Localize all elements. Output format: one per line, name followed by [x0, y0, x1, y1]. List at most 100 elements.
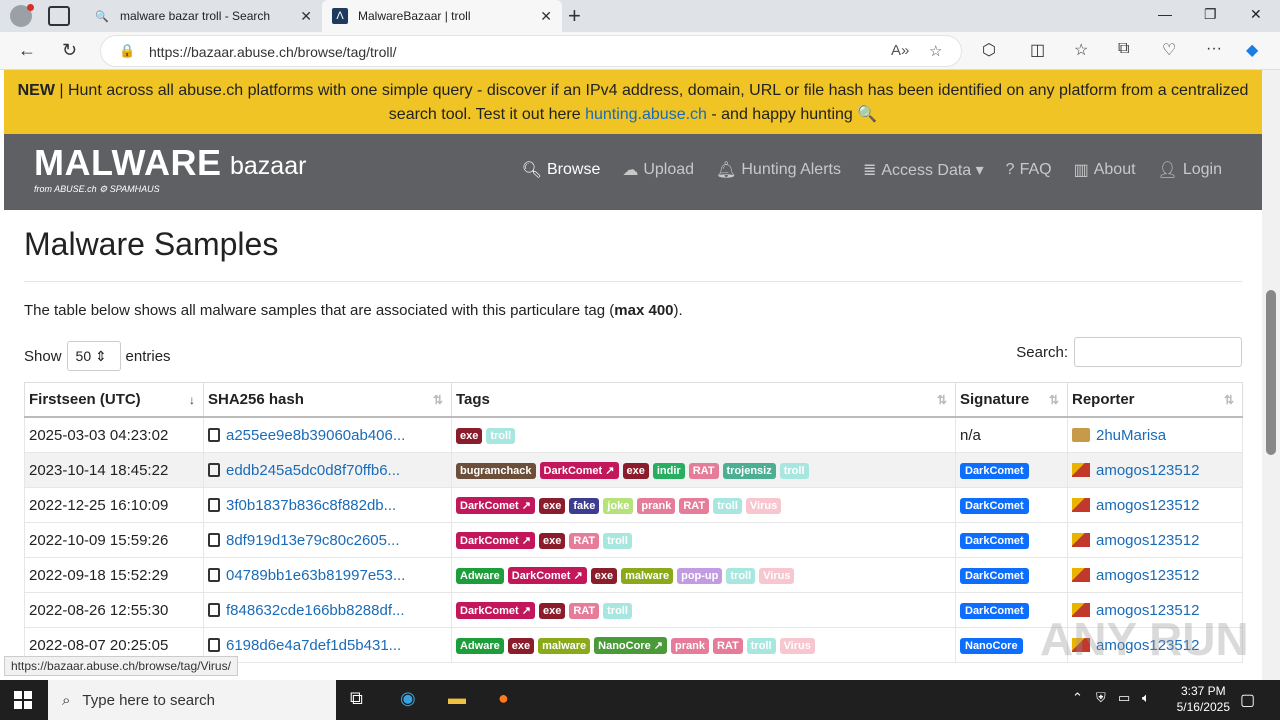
hash-link[interactable]: 6198d6e4a7def1d5b431...: [226, 637, 401, 654]
tag-badge[interactable]: NanoCore ↗: [594, 637, 667, 654]
copilot-icon[interactable]: ◆: [1246, 40, 1258, 60]
entries-select[interactable]: 50 ⇕: [66, 341, 121, 371]
signature-badge[interactable]: DarkComet: [960, 498, 1029, 514]
tag-badge[interactable]: pop-up: [677, 568, 723, 584]
nav-hunting-alerts[interactable]: 🔔︎ Hunting Alerts: [716, 160, 841, 180]
copy-icon[interactable]: [208, 637, 220, 652]
windows-start-icon[interactable]: [14, 691, 32, 709]
tag-badge[interactable]: exe: [590, 568, 618, 584]
task-view-icon[interactable]: ⧉: [350, 688, 363, 709]
tag-badge[interactable]: Adware: [456, 638, 504, 654]
tag-badge[interactable]: indir: [652, 463, 685, 479]
reporter-link[interactable]: amogos123512: [1096, 497, 1199, 514]
tag-badge[interactable]: DarkComet ↗: [539, 462, 619, 479]
tag-badge[interactable]: exe: [538, 603, 566, 619]
tag-badge[interactable]: troll: [486, 428, 516, 444]
tag-badge[interactable]: exe: [538, 533, 566, 549]
tag-badge[interactable]: fake: [569, 498, 600, 514]
favorite-star-icon[interactable]: ☆: [929, 42, 942, 60]
tag-badge[interactable]: troll: [779, 463, 809, 479]
copy-icon[interactable]: [208, 602, 220, 617]
nav-about[interactable]: ▥ About: [1074, 160, 1136, 180]
url-input[interactable]: 🔒 https://bazaar.abuse.ch/browse/tag/tro…: [100, 35, 962, 67]
firefox-icon[interactable]: ●: [498, 688, 509, 709]
column-header-firstseen[interactable]: Firstseen (UTC) ↓: [24, 382, 204, 418]
tag-badge[interactable]: exe: [507, 638, 535, 654]
tag-badge[interactable]: exe: [538, 498, 566, 514]
nav-browse[interactable]: 🔍︎ Browse: [522, 160, 601, 180]
close-window-icon[interactable]: ✕: [1250, 6, 1262, 23]
tag-badge[interactable]: Virus: [779, 638, 815, 654]
security-icon[interactable]: ⛨: [1096, 690, 1106, 706]
tag-badge[interactable]: RAT: [712, 638, 743, 654]
tag-badge[interactable]: malware: [538, 638, 591, 654]
hash-link[interactable]: 8df919d13e79c80c2605...: [226, 532, 400, 549]
copy-icon[interactable]: [208, 427, 220, 442]
favorites-icon[interactable]: ☆: [1074, 40, 1088, 60]
tray-chevron-icon[interactable]: ⌃: [1072, 690, 1083, 706]
tag-badge[interactable]: troll: [713, 498, 742, 514]
signature-badge[interactable]: DarkComet: [960, 568, 1029, 584]
notifications-icon[interactable]: ▢: [1240, 690, 1255, 710]
column-header-signature[interactable]: Signature ⇅: [955, 382, 1068, 418]
column-header-reporter[interactable]: Reporter ⇅: [1067, 382, 1243, 418]
tag-badge[interactable]: troll: [746, 638, 776, 654]
new-tab-icon[interactable]: +: [568, 3, 581, 29]
tag-badge[interactable]: RAT: [679, 498, 710, 514]
reporter-link[interactable]: amogos123512: [1096, 462, 1199, 479]
reporter-link[interactable]: amogos123512: [1096, 532, 1199, 549]
maximize-icon[interactable]: ❐: [1204, 6, 1217, 23]
search-input[interactable]: [1074, 337, 1242, 367]
close-tab-icon[interactable]: ✕: [540, 8, 552, 25]
tag-badge[interactable]: bugramchack: [456, 463, 536, 479]
reporter-link[interactable]: 2huMarisa: [1096, 427, 1166, 444]
column-header-sha256[interactable]: SHA256 hash ⇅: [203, 382, 452, 418]
copy-icon[interactable]: [208, 532, 220, 547]
tag-badge[interactable]: exe: [622, 463, 649, 479]
hash-link[interactable]: f848632cde166bb8288df...: [226, 602, 405, 619]
tag-badge[interactable]: troll: [603, 533, 632, 549]
tag-badge[interactable]: DarkComet ↗: [456, 532, 535, 549]
volume-icon[interactable]: 🔈︎: [1142, 690, 1150, 706]
nav-access-data[interactable]: ≣ Access Data ▾: [863, 160, 984, 180]
hash-link[interactable]: 04789bb1e63b81997e53...: [226, 567, 405, 584]
copy-icon[interactable]: [208, 462, 220, 477]
minimize-icon[interactable]: —: [1158, 6, 1172, 22]
scrollbar-thumb[interactable]: [1266, 290, 1276, 455]
nav-login[interactable]: 👤︎ Login: [1158, 160, 1222, 180]
tag-badge[interactable]: trojensiz: [722, 463, 776, 479]
copy-icon[interactable]: [208, 567, 220, 582]
signature-badge[interactable]: DarkComet: [960, 463, 1029, 479]
tag-badge[interactable]: prank: [637, 498, 676, 514]
network-icon[interactable]: ▭: [1118, 690, 1130, 706]
logo[interactable]: MALWARE: [34, 142, 222, 184]
table-row[interactable]: 2022-09-18 15:52:29 04789bb1e63b81997e53…: [24, 557, 1243, 593]
split-screen-icon[interactable]: ◫: [1030, 40, 1045, 60]
tag-badge[interactable]: Virus: [745, 498, 782, 514]
copy-icon[interactable]: [208, 497, 220, 512]
tag-badge[interactable]: RAT: [569, 603, 600, 619]
tag-badge[interactable]: troll: [726, 568, 756, 584]
profile-avatar[interactable]: [10, 4, 34, 27]
tag-badge[interactable]: prank: [670, 638, 709, 654]
read-aloud-icon[interactable]: A»: [891, 42, 909, 59]
collections-icon[interactable]: ⧉: [1118, 40, 1129, 58]
browser-tab-search[interactable]: 🔍 malware bazar troll - Search ✕: [84, 0, 322, 32]
signature-badge[interactable]: DarkComet: [960, 533, 1029, 549]
hunting-link[interactable]: hunting.abuse.ch: [585, 106, 707, 123]
tab-actions-icon[interactable]: [48, 6, 70, 26]
tag-badge[interactable]: exe: [456, 428, 483, 444]
table-row[interactable]: 2023-10-14 18:45:22 eddb245a5dc0d8f70ffb…: [24, 452, 1243, 488]
back-icon[interactable]: ←: [18, 40, 36, 61]
tag-badge[interactable]: RAT: [688, 463, 719, 479]
refresh-icon[interactable]: ↻: [62, 40, 77, 61]
tag-badge[interactable]: malware: [621, 568, 674, 584]
nav-upload[interactable]: ☁ Upload: [622, 160, 694, 180]
hash-link[interactable]: a255ee9e8b39060ab406...: [226, 427, 405, 444]
column-header-tags[interactable]: Tags ⇅: [451, 382, 956, 418]
close-tab-icon[interactable]: ✕: [300, 8, 312, 25]
table-row[interactable]: 2022-10-09 15:59:26 8df919d13e79c80c2605…: [24, 522, 1243, 558]
tag-badge[interactable]: Adware: [456, 568, 504, 584]
page-scrollbar[interactable]: [1262, 70, 1280, 682]
edge-icon[interactable]: ◉: [400, 688, 416, 709]
